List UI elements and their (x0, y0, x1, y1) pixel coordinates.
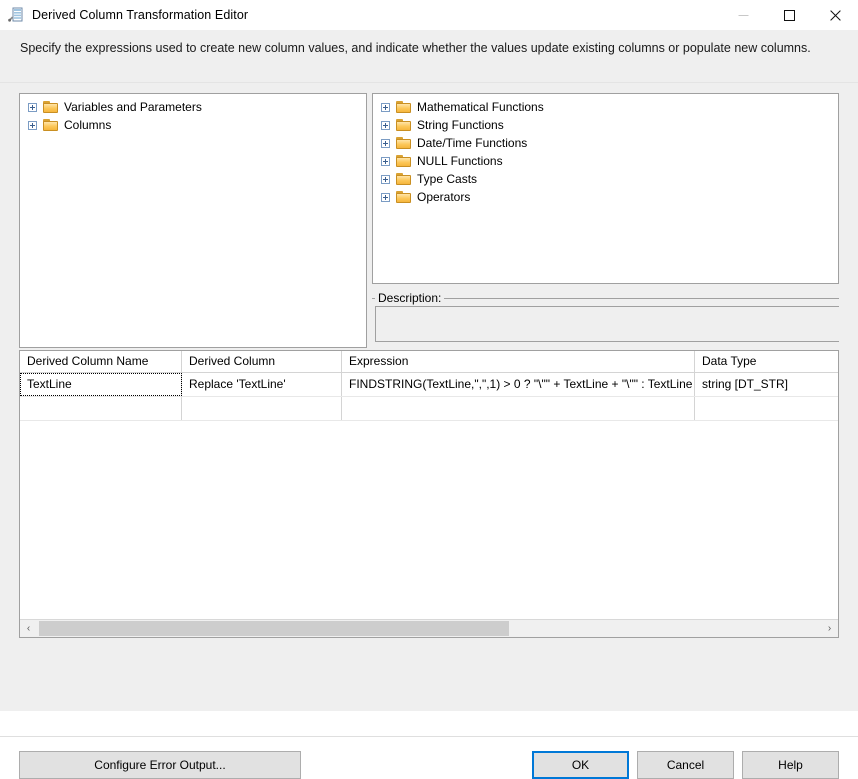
tree-item-label: Operators (417, 190, 471, 204)
grid-header-row: Derived Column Name Derived Column Expre… (20, 351, 838, 373)
column-header-derived-column[interactable]: Derived Column (182, 351, 342, 372)
cell-derived-column-name[interactable]: TextLine (20, 373, 182, 396)
cell-expression[interactable]: FINDSTRING(TextLine,",",1) > 0 ? "\"" + … (342, 373, 695, 396)
cell-data-type[interactable]: string [DT_STR] (695, 373, 838, 396)
folder-icon (396, 190, 412, 204)
cancel-button[interactable]: Cancel (637, 751, 734, 779)
expand-plus-icon[interactable] (28, 102, 37, 112)
ok-button[interactable]: OK (532, 751, 629, 779)
scrollbar-track[interactable] (37, 620, 821, 637)
tree-item-string-functions[interactable]: String Functions (373, 116, 838, 134)
description-content (375, 306, 839, 342)
title-bar: Derived Column Transformation Editor (0, 0, 858, 30)
tree-item-label: Mathematical Functions (417, 100, 544, 114)
derived-column-editor-icon (8, 7, 24, 23)
cell-data-type[interactable] (695, 397, 838, 420)
scroll-left-glyph: ‹ (26, 622, 31, 634)
scrollbar-thumb[interactable] (39, 621, 509, 636)
expand-plus-icon[interactable] (381, 192, 390, 202)
folder-icon (396, 100, 412, 114)
folder-icon (43, 118, 59, 132)
instruction-text: Specify the expressions used to create n… (20, 41, 811, 55)
cell-derived-column[interactable] (182, 397, 342, 420)
description-text (376, 307, 839, 313)
caption-button-group (720, 0, 858, 30)
dialog-body: Variables and Parameters Columns Mathema… (0, 83, 858, 779)
expand-plus-icon[interactable] (28, 120, 37, 130)
folder-icon (396, 136, 412, 150)
expand-plus-icon[interactable] (381, 174, 390, 184)
scroll-right-arrow-icon[interactable]: › (821, 620, 838, 637)
tree-item-date-time-functions[interactable]: Date/Time Functions (373, 134, 838, 152)
column-header-data-type[interactable]: Data Type (695, 351, 838, 372)
tree-item-label: String Functions (417, 118, 504, 132)
expand-plus-icon[interactable] (381, 156, 390, 166)
expand-plus-icon[interactable] (381, 120, 390, 130)
window-title: Derived Column Transformation Editor (32, 8, 249, 22)
footer-divider (0, 736, 858, 737)
tree-item-mathematical-functions[interactable]: Mathematical Functions (373, 98, 838, 116)
derived-column-transformation-editor-dialog: Derived Column Transformation Editor Spe… (0, 0, 858, 779)
close-button[interactable] (812, 0, 858, 30)
scroll-right-glyph: › (827, 622, 832, 634)
tree-item-label: NULL Functions (417, 154, 503, 168)
tree-item-label: Columns (64, 118, 112, 132)
minimize-button[interactable] (720, 0, 766, 30)
expand-plus-icon[interactable] (381, 102, 390, 112)
cell-derived-column-name[interactable] (20, 397, 182, 420)
maximize-button[interactable] (766, 0, 812, 30)
column-header-expression[interactable]: Expression (342, 351, 695, 372)
tree-item-operators[interactable]: Operators (373, 188, 838, 206)
tree-item-label: Date/Time Functions (417, 136, 528, 150)
column-header-derived-column-name[interactable]: Derived Column Name (20, 351, 182, 372)
tree-item-null-functions[interactable]: NULL Functions (373, 152, 838, 170)
functions-tree[interactable]: Mathematical Functions String Functions … (372, 93, 839, 284)
tree-item-variables-and-parameters[interactable]: Variables and Parameters (20, 98, 366, 116)
tree-item-label: Variables and Parameters (64, 100, 202, 114)
header-band: Specify the expressions used to create n… (0, 30, 858, 83)
variables-and-columns-tree[interactable]: Variables and Parameters Columns (19, 93, 367, 348)
scroll-left-arrow-icon[interactable]: ‹ (20, 620, 37, 637)
tree-item-columns[interactable]: Columns (20, 116, 366, 134)
description-group: Description: (372, 291, 839, 342)
grid-horizontal-scrollbar[interactable]: ‹ › (20, 619, 838, 637)
tree-item-type-casts[interactable]: Type Casts (373, 170, 838, 188)
folder-icon (396, 154, 412, 168)
folder-icon (43, 100, 59, 114)
table-row[interactable] (20, 397, 838, 421)
cell-derived-column[interactable]: Replace 'TextLine' (182, 373, 342, 396)
derived-columns-grid[interactable]: Derived Column Name Derived Column Expre… (19, 350, 839, 638)
folder-icon (396, 172, 412, 186)
description-label: Description: (375, 291, 445, 305)
help-button[interactable]: Help (742, 751, 839, 779)
cell-expression[interactable] (342, 397, 695, 420)
expand-plus-icon[interactable] (381, 138, 390, 148)
folder-icon (396, 118, 412, 132)
table-row[interactable]: TextLine Replace 'TextLine' FINDSTRING(T… (20, 373, 838, 397)
tree-item-label: Type Casts (417, 172, 478, 186)
configure-error-output-button[interactable]: Configure Error Output... (19, 751, 301, 779)
